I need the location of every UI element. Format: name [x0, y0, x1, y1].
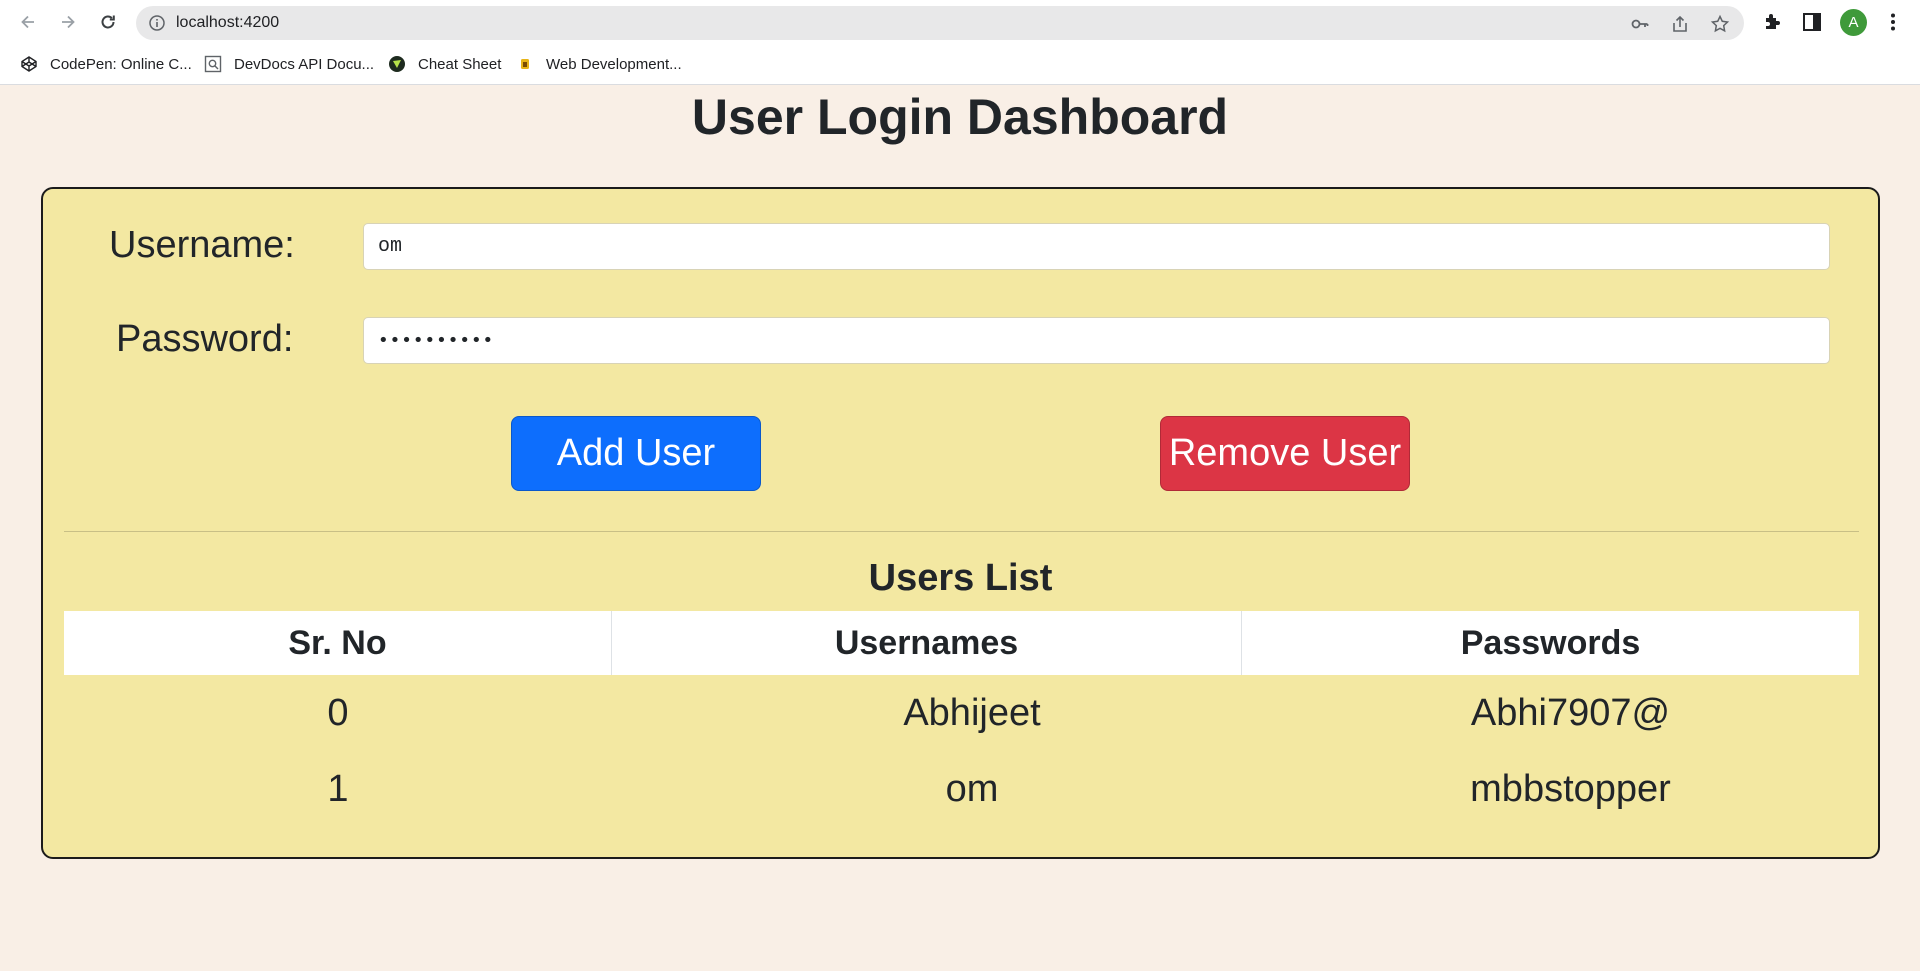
address-bar[interactable]: localhost:4200 — [136, 6, 1744, 40]
kebab-menu-icon[interactable] — [1882, 11, 1904, 33]
table-cell-sr-no: 1 — [327, 767, 349, 810]
password-input[interactable]: •••••••••• — [363, 317, 1830, 364]
reload-icon — [101, 15, 115, 29]
table-row: 0 Abhijeet Abhi7907@ — [64, 675, 1859, 751]
table-cell-password: Abhi7907@ — [1470, 691, 1671, 734]
users-list-title: Users List — [868, 557, 1053, 599]
cheat-sheet-icon — [388, 55, 406, 73]
username-input[interactable]: om — [363, 223, 1830, 270]
users-table: Sr. No Usernames Passwords 0 Abhijeet Ab… — [64, 611, 1859, 827]
table-row: 1 om mbbstopper — [64, 751, 1859, 827]
bookmark-codepen[interactable]: CodePen: Online C... — [20, 52, 192, 76]
column-header-sr-no: Sr. No — [64, 611, 612, 675]
user-dashboard-card: Username: om Password: •••••••••• Add Us… — [41, 187, 1880, 859]
side-panel-icon[interactable] — [1801, 11, 1823, 33]
forward-button[interactable] — [54, 8, 82, 36]
share-icon[interactable] — [1670, 14, 1690, 34]
extensions-puzzle-icon[interactable] — [1761, 11, 1783, 33]
username-label: Username: — [109, 224, 295, 266]
page-title: User Login Dashboard — [691, 89, 1229, 145]
profile-avatar[interactable]: A — [1840, 9, 1867, 36]
bookmark-cheat-sheet[interactable]: Cheat Sheet — [388, 52, 501, 76]
bookmark-web-development[interactable]: Web Development... — [516, 52, 682, 76]
forward-arrow-icon — [62, 15, 75, 29]
table-cell-username: Abhijeet — [903, 691, 1041, 734]
column-header-usernames: Usernames — [612, 611, 1242, 675]
back-arrow-icon — [21, 15, 34, 29]
table-cell-username: om — [945, 767, 999, 810]
web-dev-icon — [516, 55, 534, 73]
column-header-passwords: Passwords — [1460, 623, 1641, 662]
remove-user-button[interactable]: Remove User — [1160, 416, 1410, 491]
key-icon[interactable] — [1630, 14, 1650, 34]
bookmark-devdocs[interactable]: DevDocs API Docu... — [204, 52, 374, 76]
back-button[interactable] — [14, 8, 42, 36]
devdocs-icon — [204, 55, 222, 73]
browser-toolbar: localhost:4200 A — [0, 0, 1920, 44]
codepen-icon — [20, 55, 38, 73]
password-label: Password: — [116, 318, 294, 360]
bookmarks-bar: CodePen: Online C... DevDocs API Docu...… — [0, 44, 1920, 85]
add-user-button[interactable]: Add User — [511, 416, 761, 491]
reload-button[interactable] — [94, 8, 122, 36]
site-info-icon[interactable] — [148, 14, 166, 32]
table-cell-password: mbbstopper — [1470, 767, 1671, 810]
table-cell-sr-no: 0 — [327, 691, 349, 734]
section-divider — [64, 531, 1859, 532]
table-header-row: Sr. No Usernames Passwords — [64, 611, 1859, 675]
star-icon[interactable] — [1710, 14, 1730, 34]
url-text[interactable]: localhost:4200 — [176, 14, 279, 32]
